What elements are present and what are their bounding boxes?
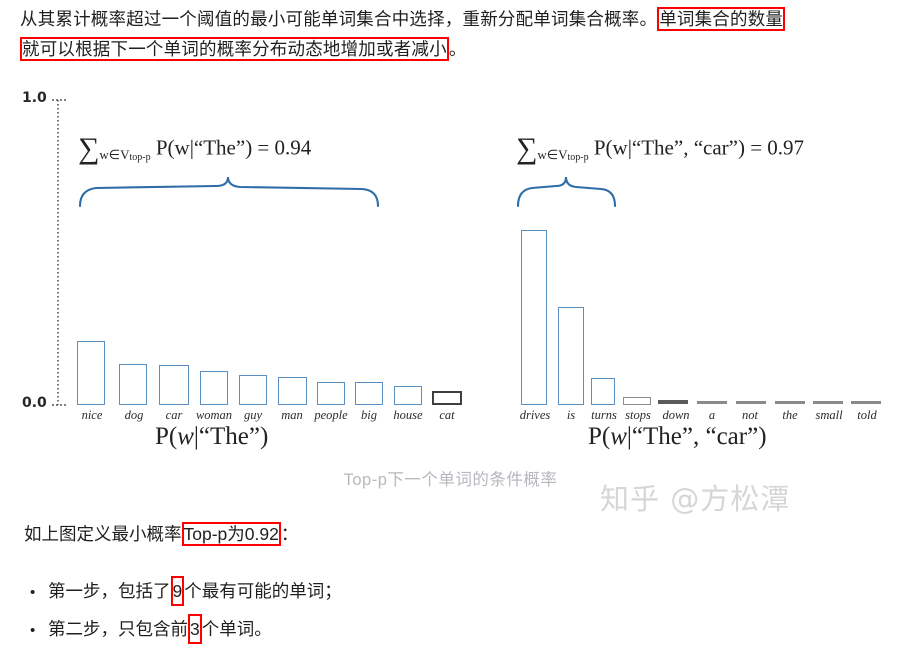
left-chart-x-label: P(w|“The”): [155, 423, 268, 451]
right-xlabel-suffix: |“The”, “car”): [626, 423, 767, 450]
bar-house: [394, 386, 422, 405]
bar-a: [697, 401, 727, 404]
right-sigma-subsubscript: top-p: [567, 151, 589, 163]
bullet-2-suffix: 个单词。: [201, 619, 272, 639]
bullet-dot-icon: •: [30, 622, 36, 639]
tick-label-the: the: [782, 408, 798, 422]
tick-label-house: house: [393, 408, 423, 422]
highlight-box-dynamic-adjust: 就可以根据下一个单词的概率分布动态地增加或者减小: [20, 37, 449, 61]
y-axis-label-top: 1.0: [22, 90, 47, 106]
paragraph-text-tail: 。: [448, 39, 467, 59]
tick-label-dog: dog: [124, 408, 144, 422]
bar-is: [558, 307, 584, 405]
bar-down: [658, 400, 688, 404]
right-chart-brace: [516, 176, 617, 208]
bar-dog: [119, 364, 147, 405]
highlight-box-count-9: 9: [170, 576, 185, 606]
definition-suffix: ：: [280, 524, 299, 544]
right-chart-x-label: P(w|“The”, “car”): [588, 423, 767, 451]
left-xlabel-suffix: |“The”): [193, 423, 269, 450]
bar-stops: [623, 397, 651, 405]
list-item: • 第二步，只包含前 3 个单词。: [24, 614, 624, 644]
bar-guy: [239, 375, 267, 405]
tick-label-drives: drives: [519, 408, 551, 422]
left-sigma-subsubscript: top-p: [129, 151, 151, 163]
top-p-definition-line: 如上图定义最小概率 Top-p为0.92：: [24, 521, 298, 546]
top-paragraph: 从其累计概率超过一个阈值的最小可能单词集合中选择，重新分配单词集合概率。 单词集合…: [20, 4, 885, 64]
left-formula-body: P(w|“The”) = 0.94: [155, 135, 312, 160]
bar-woman: [200, 371, 228, 405]
bullet-2-prefix: 第二步，只包含前: [48, 619, 188, 639]
tick-label-cat: cat: [439, 408, 455, 422]
left-chart-brace: [78, 176, 380, 208]
tick-label-not: not: [742, 408, 758, 422]
bar-not: [736, 401, 766, 404]
figure-caption: Top-p下一个单词的条件概率: [343, 471, 558, 489]
tick-label-nice: nice: [81, 408, 103, 422]
paragraph-text-plain: 从其累计概率超过一个阈值的最小可能单词集合中选择，重新分配单词集合概率。: [20, 9, 658, 29]
bullet-1-suffix: 个最有可能的单词；: [184, 581, 342, 601]
bullet-1-prefix: 第一步，包括了: [48, 581, 171, 601]
highlight-box-top-p-value: Top-p为0.92: [181, 522, 281, 546]
bar-car: [159, 365, 189, 405]
right-sigma-subscript: w∈V: [537, 146, 568, 162]
bar-people: [317, 382, 345, 405]
bar-nice: [77, 341, 105, 405]
bullet-dot-icon: •: [30, 584, 36, 601]
right-chart-sum-formula: ∑w∈Vtop-p P(w|“The”, “car”) = 0.97: [516, 132, 804, 166]
left-sigma-subscript: w∈V: [99, 146, 130, 162]
bar-small: [813, 401, 843, 404]
left-xlabel-prefix: P(: [155, 423, 178, 450]
top-p-figure: 1.0 0.0 ∑w∈Vtop-p P(w|“The”) = 0.94 nice…: [0, 80, 901, 516]
list-item: • 第一步，包括了 9 个最有可能的单词；: [24, 576, 624, 606]
tick-label-down: down: [662, 408, 690, 422]
bar-cat: [432, 391, 462, 405]
right-formula-body: P(w|“The”, “car”) = 0.97: [593, 135, 805, 160]
right-xlabel-prefix: P(: [588, 423, 611, 450]
right-xlabel-variable: w: [610, 423, 627, 450]
tick-label-a: a: [708, 408, 716, 422]
highlight-box-word-set-count: 单词集合的数量: [657, 7, 786, 31]
bar-big: [355, 382, 383, 405]
definition-prefix: 如上图定义最小概率: [24, 524, 182, 544]
left-xlabel-variable: w: [177, 423, 194, 450]
tick-label-told: told: [857, 408, 877, 422]
bar-turns: [591, 378, 615, 405]
bar-told: [851, 401, 881, 404]
left-chart-sum-formula: ∑w∈Vtop-p P(w|“The”) = 0.94: [78, 132, 311, 166]
bar-man: [278, 377, 307, 405]
right-sigma-symbol: ∑: [516, 132, 538, 165]
left-sigma-symbol: ∑: [78, 132, 100, 165]
tick-label-guy: guy: [243, 408, 263, 422]
bar-drives: [521, 230, 547, 405]
highlight-box-count-3: 3: [188, 614, 202, 644]
tick-label-stops: stops: [625, 408, 651, 422]
bar-the: [775, 401, 805, 404]
y-axis-label-bottom: 0.0: [22, 395, 47, 411]
tick-label-small: small: [815, 408, 843, 422]
